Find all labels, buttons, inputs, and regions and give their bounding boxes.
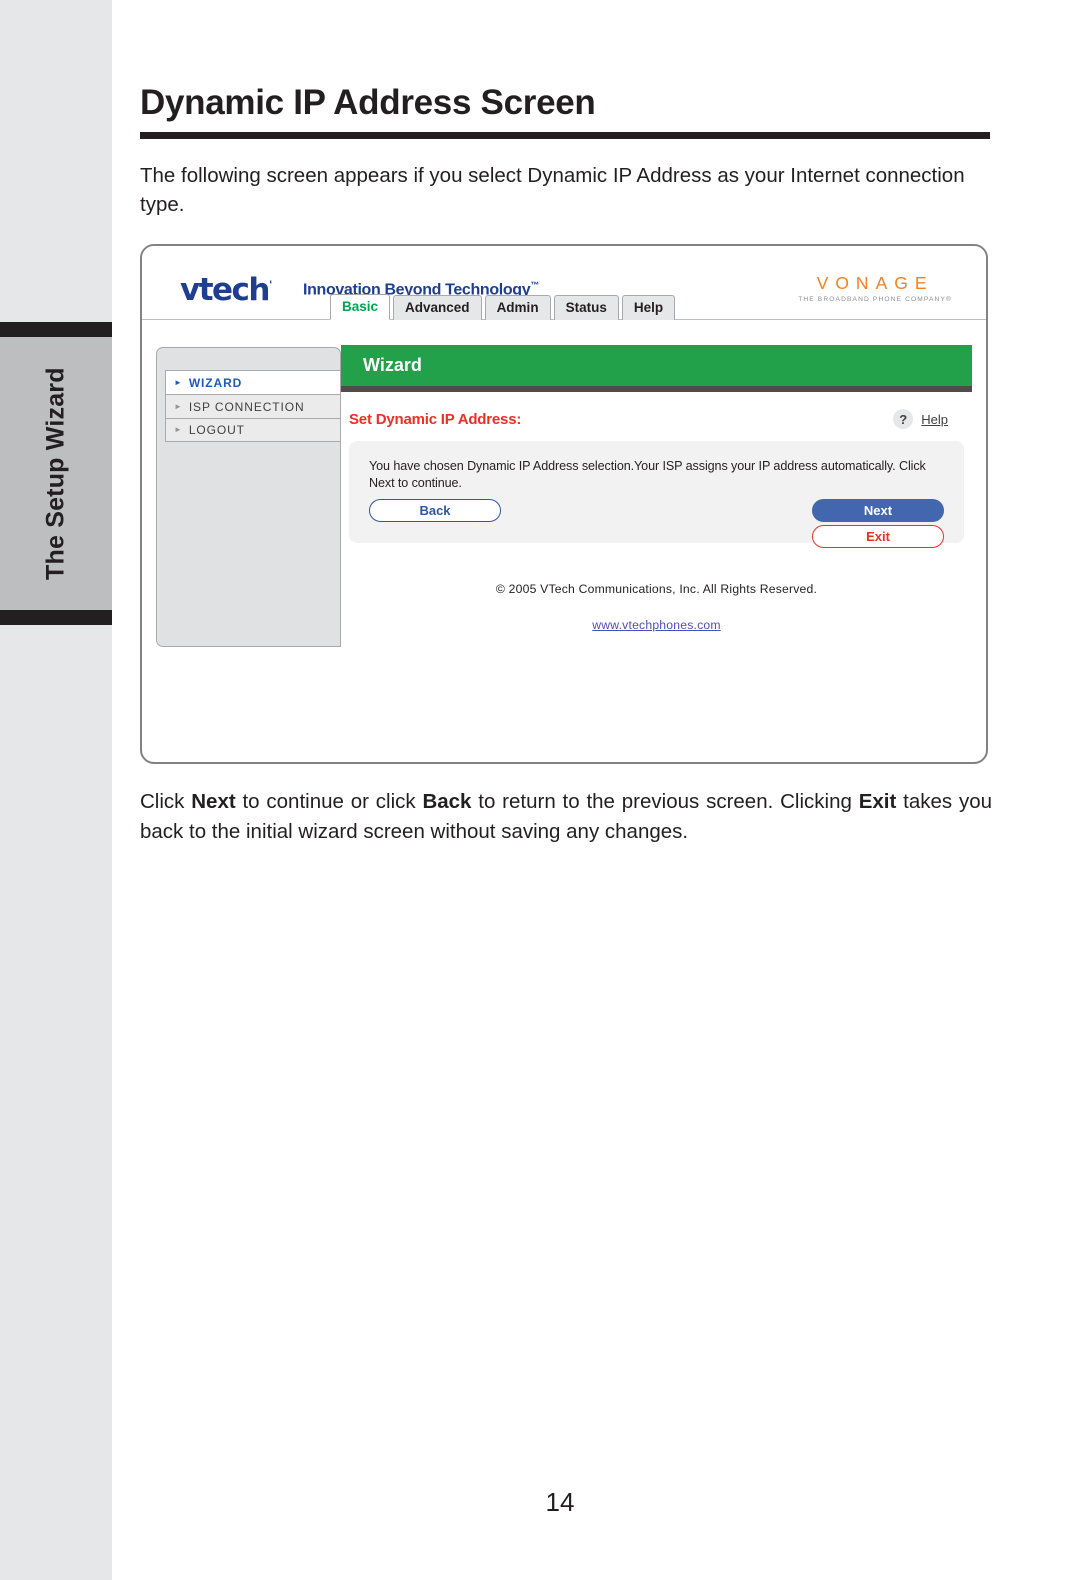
triangle-right-icon: ►	[174, 401, 183, 411]
button-row: Back Next Exit	[369, 499, 944, 551]
tab-advanced[interactable]: Advanced	[393, 295, 482, 320]
sidebar-item-logout-label: LOGOUT	[188, 423, 245, 437]
outro-bold-back: Back	[422, 790, 472, 813]
intro-paragraph: The following screen appears if you sele…	[140, 164, 965, 216]
app-footer: © 2005 VTech Communications, Inc. All Ri…	[341, 582, 972, 632]
section-header: Set Dynamic IP Address: ? Help	[341, 392, 972, 429]
sidebar-item-isp-connection-label: ISP CONNECTION	[188, 399, 305, 414]
outro-bold-exit: Exit	[858, 790, 897, 813]
outro-seg-1: Click	[140, 790, 192, 813]
page-number-value: 14	[545, 1487, 575, 1517]
tab-status[interactable]: Status	[553, 295, 619, 320]
outro-bold-next: Next	[191, 790, 236, 813]
vonage-tagline: THE BROADBAND PHONE COMPANY®	[798, 296, 952, 303]
vtech-logo-text: vtech	[180, 272, 271, 308]
page-content: Dynamic IP Address Screen The following …	[140, 0, 992, 847]
vtech-tagline-tm: ™	[530, 280, 539, 290]
main-pane: Set Dynamic IP Address: ? Help You have …	[341, 392, 972, 548]
side-tab-bar-top	[0, 322, 112, 337]
copyright-text: © 2005 VTech Communications, Inc. All Ri…	[495, 582, 818, 596]
app-body: ► WIZARD ► ISP CONNECTION ► LOGOUT Wizar…	[142, 320, 986, 762]
title-rule	[140, 132, 990, 139]
sidebar-item-wizard[interactable]: ► WIZARD	[165, 370, 341, 394]
sidebar-item-logout[interactable]: ► LOGOUT	[165, 418, 341, 442]
sidebar-nav: ► WIZARD ► ISP CONNECTION ► LOGOUT	[165, 370, 341, 442]
tab-admin[interactable]: Admin	[484, 295, 551, 320]
footer-website-link[interactable]: www.vtechphones.com	[341, 618, 972, 632]
vtech-logo: vtech'	[180, 272, 272, 308]
question-mark-icon[interactable]: ?	[893, 409, 914, 429]
page-number: 14	[0, 1487, 1080, 1518]
outro-seg-3: to return to the previous screen. Clicki…	[471, 790, 859, 813]
primary-tabbar: Basic Advanced Admin Status Help	[330, 294, 676, 320]
back-button[interactable]: Back	[369, 499, 501, 522]
sidebar-panel: ► WIZARD ► ISP CONNECTION ► LOGOUT	[156, 347, 341, 647]
vonage-wordmark: VONAGE	[816, 273, 934, 293]
browser-screenshot: vtech' Innovation Beyond Technology™ VON…	[140, 244, 988, 764]
side-tab-bar-bottom	[0, 610, 112, 625]
vtech-logo-tm: '	[269, 278, 273, 292]
outro-seg-2: to continue or click	[235, 790, 423, 813]
outro-paragraph: Click Next to continue or click Back to …	[140, 787, 992, 847]
wizard-banner-title: Wizard	[363, 355, 422, 375]
tab-basic[interactable]: Basic	[330, 294, 391, 320]
triangle-right-icon: ►	[174, 425, 183, 434]
info-text: You have chosen Dynamic IP Address selec…	[369, 459, 926, 490]
help-group[interactable]: ? Help	[893, 409, 964, 429]
app-header: vtech' Innovation Beyond Technology™ VON…	[142, 246, 986, 320]
wizard-banner: Wizard	[341, 345, 972, 386]
triangle-right-icon: ►	[174, 377, 183, 387]
info-box: You have chosen Dynamic IP Address selec…	[349, 441, 964, 548]
left-margin-strip	[0, 0, 112, 1580]
tab-help[interactable]: Help	[621, 295, 676, 320]
side-tab-label: The Setup Wizard	[41, 367, 70, 580]
page-title: Dynamic IP Address Screen	[140, 83, 596, 122]
side-tab-setup-wizard: The Setup Wizard	[0, 322, 112, 625]
help-link[interactable]: Help	[921, 412, 948, 427]
vonage-logo: VONAGE THE BROADBAND PHONE COMPANY®	[791, 273, 952, 303]
sidebar-item-isp-connection[interactable]: ► ISP CONNECTION	[165, 394, 341, 418]
sidebar-item-wizard-label: WIZARD	[188, 375, 243, 390]
exit-button[interactable]: Exit	[812, 525, 944, 548]
next-button[interactable]: Next	[812, 499, 944, 522]
section-title: Set Dynamic IP Address:	[349, 410, 522, 428]
